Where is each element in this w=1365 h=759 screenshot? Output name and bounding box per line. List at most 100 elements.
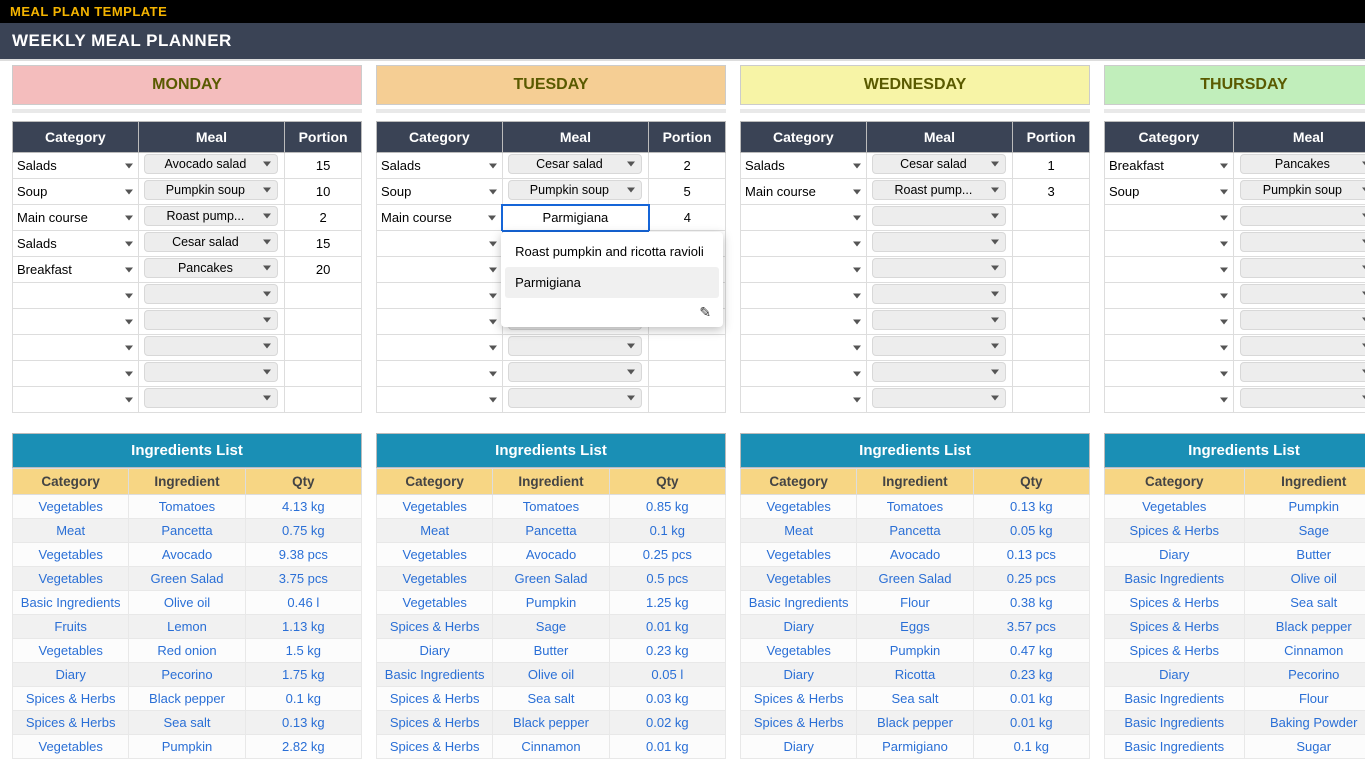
meal-cell[interactable]	[1233, 387, 1365, 413]
meal-select[interactable]	[1240, 284, 1365, 304]
meal-select[interactable]	[1240, 310, 1365, 330]
meal-cell[interactable]	[1233, 335, 1365, 361]
category-cell[interactable]	[741, 361, 867, 387]
category-cell[interactable]: Salads	[377, 153, 503, 179]
portion-cell[interactable]: 20	[285, 257, 362, 283]
meal-select[interactable]	[144, 362, 278, 382]
category-cell[interactable]: Salads	[13, 153, 139, 179]
meal-cell[interactable]	[866, 387, 1013, 413]
meal-select[interactable]	[872, 336, 1006, 356]
meal-select[interactable]: Roast pump...	[872, 180, 1006, 200]
meal-select[interactable]: Cesar salad	[872, 154, 1006, 174]
meal-cell[interactable]: Cesar salad	[502, 153, 649, 179]
category-cell[interactable]	[377, 335, 503, 361]
meal-cell[interactable]	[138, 283, 285, 309]
meal-select[interactable]	[144, 336, 278, 356]
meal-cell[interactable]	[866, 309, 1013, 335]
portion-cell[interactable]	[285, 335, 362, 361]
category-cell[interactable]	[377, 387, 503, 413]
meal-select[interactable]	[1240, 362, 1365, 382]
meal-dropdown[interactable]: Roast pumpkin and ricotta ravioliParmigi…	[501, 232, 723, 327]
portion-cell[interactable]	[1013, 283, 1090, 309]
meal-cell[interactable]	[866, 231, 1013, 257]
category-cell[interactable]: Breakfast	[13, 257, 139, 283]
portion-cell[interactable]: 15	[285, 231, 362, 257]
meal-cell[interactable]	[866, 205, 1013, 231]
meal-cell[interactable]: Cesar salad	[138, 231, 285, 257]
meal-cell[interactable]: Pancakes	[1233, 153, 1365, 179]
category-cell[interactable]	[13, 387, 139, 413]
category-cell[interactable]	[13, 309, 139, 335]
portion-cell[interactable]	[649, 335, 726, 361]
portion-cell[interactable]	[1013, 205, 1090, 231]
meal-select[interactable]: Pumpkin soup	[508, 180, 642, 200]
category-cell[interactable]: Salads	[13, 231, 139, 257]
portion-cell[interactable]: 1	[1013, 153, 1090, 179]
category-cell[interactable]	[1105, 257, 1234, 283]
category-cell[interactable]	[1105, 335, 1234, 361]
category-cell[interactable]	[377, 283, 503, 309]
meal-select[interactable]	[144, 310, 278, 330]
category-cell[interactable]: Salads	[741, 153, 867, 179]
meal-cell[interactable]	[502, 335, 649, 361]
portion-cell[interactable]	[1013, 231, 1090, 257]
category-cell[interactable]: Soup	[377, 179, 503, 205]
category-cell[interactable]	[1105, 231, 1234, 257]
category-cell[interactable]	[1105, 283, 1234, 309]
meal-select[interactable]	[144, 284, 278, 304]
meal-select[interactable]: Cesar salad	[508, 154, 642, 174]
meal-cell[interactable]	[866, 257, 1013, 283]
meal-cell[interactable]	[502, 361, 649, 387]
meal-cell[interactable]: Pumpkin soup	[1233, 179, 1365, 205]
meal-cell[interactable]	[138, 387, 285, 413]
portion-cell[interactable]	[285, 309, 362, 335]
meal-select[interactable]: Pumpkin soup	[144, 180, 278, 200]
meal-select[interactable]: Cesar salad	[144, 232, 278, 252]
portion-cell[interactable]	[649, 387, 726, 413]
meal-select[interactable]	[1240, 206, 1365, 226]
category-cell[interactable]: Main course	[741, 179, 867, 205]
meal-select[interactable]	[508, 336, 642, 356]
category-cell[interactable]	[377, 231, 503, 257]
portion-cell[interactable]: 10	[285, 179, 362, 205]
meal-cell[interactable]	[1233, 231, 1365, 257]
meal-select[interactable]	[508, 388, 642, 408]
portion-cell[interactable]	[285, 361, 362, 387]
portion-cell[interactable]	[285, 283, 362, 309]
portion-cell[interactable]	[1013, 257, 1090, 283]
meal-cell[interactable]	[138, 335, 285, 361]
portion-cell[interactable]: 5	[649, 179, 726, 205]
meal-cell[interactable]: Avocado salad	[138, 153, 285, 179]
pencil-icon[interactable]: ✎	[505, 298, 719, 323]
category-cell[interactable]	[13, 283, 139, 309]
meal-cell[interactable]	[866, 361, 1013, 387]
portion-cell[interactable]	[285, 387, 362, 413]
portion-cell[interactable]: 2	[649, 153, 726, 179]
meal-select[interactable]	[872, 388, 1006, 408]
portion-cell[interactable]: 15	[285, 153, 362, 179]
portion-cell[interactable]	[1013, 309, 1090, 335]
category-cell[interactable]: Soup	[13, 179, 139, 205]
category-cell[interactable]	[741, 283, 867, 309]
meal-select[interactable]	[1240, 258, 1365, 278]
category-cell[interactable]: Breakfast	[1105, 153, 1234, 179]
category-cell[interactable]	[1105, 309, 1234, 335]
meal-cell[interactable]	[1233, 257, 1365, 283]
meal-select[interactable]: Roast pump...	[144, 206, 278, 226]
category-cell[interactable]	[741, 231, 867, 257]
portion-cell[interactable]: 4	[649, 205, 726, 231]
category-cell[interactable]	[377, 309, 503, 335]
meal-cell[interactable]	[1233, 309, 1365, 335]
meal-select[interactable]	[872, 284, 1006, 304]
category-cell[interactable]	[377, 257, 503, 283]
meal-cell[interactable]	[1233, 361, 1365, 387]
portion-cell[interactable]	[1013, 335, 1090, 361]
category-cell[interactable]	[1105, 205, 1234, 231]
category-cell[interactable]	[741, 309, 867, 335]
meal-select[interactable]	[144, 388, 278, 408]
meal-select[interactable]	[872, 362, 1006, 382]
category-cell[interactable]	[13, 335, 139, 361]
meal-cell[interactable]: Roast pump...	[138, 205, 285, 231]
meal-select[interactable]	[1240, 232, 1365, 252]
category-cell[interactable]	[13, 361, 139, 387]
